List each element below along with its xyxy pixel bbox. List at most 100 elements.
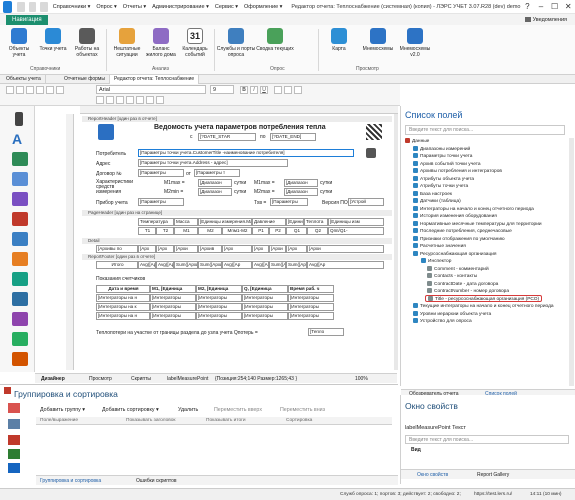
- font-select[interactable]: Arial: [96, 85, 206, 94]
- detail-cell[interactable]: [Архи: [174, 245, 198, 253]
- footer-cell[interactable]: Avg([Ар: [156, 261, 174, 269]
- field-tree-item[interactable]: Архив событий точки учета: [413, 160, 481, 168]
- txv-field[interactable]: [Параметры: [270, 198, 308, 206]
- tab-designer[interactable]: Дизайнер: [41, 375, 65, 383]
- tab-objects[interactable]: Объекты учета: [2, 75, 46, 84]
- balance-button[interactable]: Баланс жилого дома: [144, 28, 178, 58]
- align-right-icon[interactable]: [294, 86, 302, 94]
- m2min-field[interactable]: [Диапазон: [198, 188, 232, 196]
- help-button[interactable]: ?: [520, 0, 534, 14]
- footer-cell[interactable]: Sum([Архи: [286, 261, 307, 269]
- toolbar-icon[interactable]: [116, 96, 124, 104]
- readings-cell[interactable]: [Интеграторы: [242, 303, 288, 311]
- quick-access-icon[interactable]: [28, 1, 37, 12]
- zoom-level[interactable]: 100%: [355, 375, 368, 383]
- pdf-icon[interactable]: [8, 435, 20, 445]
- properties-search-input[interactable]: Введите текст для поиска...: [405, 435, 569, 444]
- smart-tag-icon[interactable]: [366, 148, 376, 158]
- readings-cell[interactable]: [Интеграторы: [196, 303, 242, 311]
- readings-header-cell[interactable]: Дата и время: [96, 285, 150, 293]
- close-button[interactable]: ✕: [561, 0, 575, 14]
- table-subheader-cell[interactable]: T1: [138, 227, 156, 235]
- consumer-field[interactable]: [Параметры точки учета.CustomerTitle -на…: [138, 149, 354, 157]
- specs-label[interactable]: Характеристики средств измерения: [96, 180, 136, 195]
- field-tree-item-selected[interactable]: Title - ресурсоснабжающая организация (Р…: [425, 295, 543, 302]
- field-tree-item[interactable]: Датчики (таблица): [413, 198, 461, 205]
- table-header-cell[interactable]: Масса: [174, 218, 198, 226]
- label-tool-icon[interactable]: A: [12, 132, 28, 146]
- field-search-input[interactable]: Введите текст для поиска...: [405, 125, 565, 135]
- menu-reports[interactable]: Отчеты ▾: [123, 4, 146, 10]
- detail-cell[interactable]: [Архи: [307, 245, 384, 253]
- band-detail[interactable]: Detail: [82, 238, 392, 244]
- field-tree-item[interactable]: Нормативные месячные температуры для тер…: [413, 220, 542, 228]
- table-subheader-cell[interactable]: P1: [252, 227, 269, 235]
- toolbar-icon[interactable]: [136, 96, 144, 104]
- toolbar-icon[interactable]: [26, 86, 34, 94]
- summary-button[interactable]: Сводка текущих: [256, 28, 294, 52]
- menu-service[interactable]: Сервис ▾: [215, 4, 238, 10]
- toolbar-icon[interactable]: [46, 86, 54, 94]
- readings-cell[interactable]: [Интеграторы: [288, 294, 334, 302]
- field-tree-item[interactable]: Последние потребления, среднечасовые: [413, 228, 512, 235]
- calendar-button[interactable]: 31 Календарь событий: [178, 28, 212, 58]
- field-tree-item[interactable]: Атрибуты объекта учета: [413, 175, 474, 183]
- toolbar-icon[interactable]: [6, 86, 14, 94]
- quick-access-icon[interactable]: [17, 1, 25, 12]
- toolbar-icon[interactable]: [126, 96, 134, 104]
- menu-design[interactable]: Оформление ▾: [244, 4, 282, 10]
- tab-navigation[interactable]: Навигация: [6, 15, 48, 25]
- footer-cell[interactable]: Avg([Ар: [307, 261, 384, 269]
- delete-button[interactable]: Удалить: [178, 407, 198, 413]
- table-subheader-cell[interactable]: Mпм1-M2: [222, 227, 252, 235]
- readings-cell[interactable]: [Интеграторы: [288, 312, 334, 320]
- tab-script-errors[interactable]: Ошибки скриптов: [136, 477, 177, 485]
- m1max-r-field[interactable]: [Диапазон: [284, 179, 318, 187]
- detail-cell[interactable]: [Архи: [269, 245, 286, 253]
- table-subheader-cell[interactable]: Q1: [286, 227, 307, 235]
- add-sort-button[interactable]: Добавить сортировку ▾: [102, 407, 159, 413]
- toolbar-icon[interactable]: [156, 96, 164, 104]
- readings-cell[interactable]: [Интеграторы на н: [96, 312, 150, 320]
- field-tree-item[interactable]: Ресурсоснабжающая организация: [413, 250, 496, 258]
- tab-preview[interactable]: Просмотр: [89, 375, 112, 383]
- readings-cell[interactable]: [Интеграторы на н: [96, 294, 150, 302]
- richtext-tool-icon[interactable]: [12, 152, 28, 166]
- services-button[interactable]: Службы и порты опроса: [216, 28, 256, 58]
- m1max-field[interactable]: [Диапазон: [198, 179, 232, 187]
- date-to-field[interactable]: [?DATE_END]: [270, 133, 316, 141]
- band-page-header[interactable]: PageHeader [один раз на странице]: [82, 210, 392, 216]
- field-tree-item[interactable]: Атрибуты точки учета: [413, 183, 468, 190]
- field-tree-item[interactable]: База настроек: [413, 190, 452, 198]
- footer-cell[interactable]: Sum([Архи: [174, 261, 198, 269]
- heat-loss-field[interactable]: [Тепло: [308, 328, 344, 336]
- toolbar-icon[interactable]: [16, 86, 24, 94]
- heat-loss-label[interactable]: Теплопотери на участке от границы раздел…: [96, 330, 258, 336]
- readings-cell[interactable]: [Интеграторы на к: [96, 303, 150, 311]
- property-row-view[interactable]: Вид: [411, 447, 421, 453]
- toolbar-icon[interactable]: [96, 96, 104, 104]
- column-header[interactable]: Показывать заголовок: [126, 417, 176, 425]
- device-field[interactable]: [Параметры: [138, 198, 184, 206]
- subreport-tool-icon[interactable]: [12, 292, 28, 306]
- toolbar-icon[interactable]: [106, 96, 114, 104]
- footer-cell[interactable]: Sum([Архи: [269, 261, 286, 269]
- shape-tool-icon[interactable]: [12, 192, 28, 206]
- mnemo2-button[interactable]: Мнемосхемы v2.0: [396, 28, 434, 58]
- footer-cell[interactable]: Avg([Ар: [222, 261, 252, 269]
- pointer-icon[interactable]: [15, 112, 23, 126]
- field-tree-item[interactable]: ContractNumber - номер договора: [427, 288, 509, 295]
- report-design-surface[interactable]: ReportHeader [один раз в отчете] Ведомос…: [74, 114, 394, 370]
- detail-cell[interactable]: [Арх: [138, 245, 156, 253]
- color-icon[interactable]: [8, 403, 20, 413]
- menu-admin[interactable]: Администрирование ▾: [152, 4, 209, 10]
- toolbar-icon[interactable]: [146, 96, 154, 104]
- tab-scripts[interactable]: Скрипты: [131, 375, 151, 383]
- readings-cell[interactable]: [Интеграторы: [150, 303, 196, 311]
- column-header[interactable]: Показывать итоги: [206, 417, 246, 425]
- readings-header-cell[interactable]: Q, [Единица: [242, 285, 288, 293]
- field-tree-item[interactable]: Признаки отображения по умолчанию: [413, 235, 505, 243]
- table-header-cell[interactable]: [Единицы: [286, 218, 304, 226]
- pagebreak-tool-icon[interactable]: [12, 312, 28, 326]
- tab-properties[interactable]: Окно свойств: [417, 471, 448, 479]
